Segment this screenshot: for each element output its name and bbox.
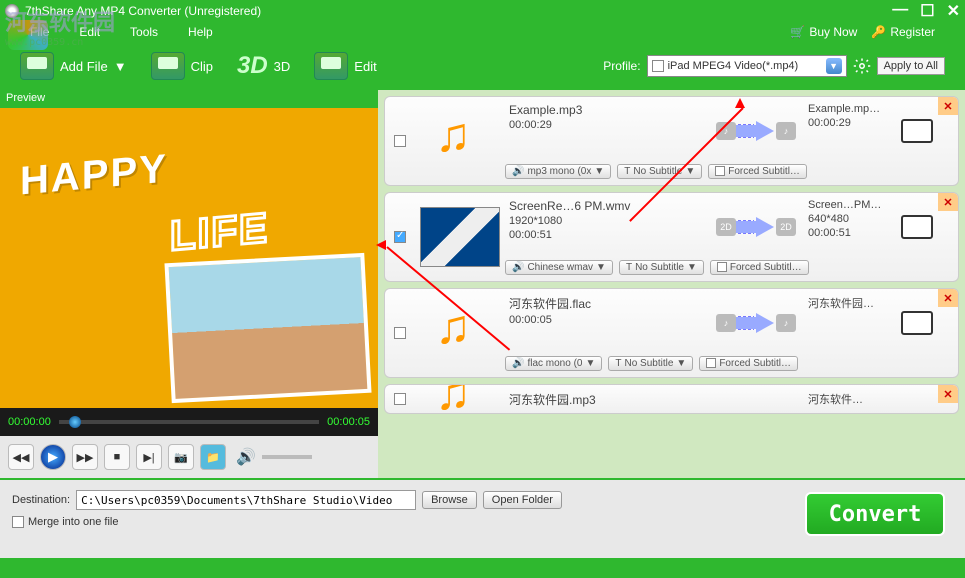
chevron-down-icon: ▼ xyxy=(826,58,842,74)
audio-thumb-icon xyxy=(435,116,485,166)
preview-inset-image xyxy=(164,253,371,403)
menu-edit[interactable]: Edit xyxy=(79,25,100,39)
open-snapshot-folder-button[interactable]: 📁 xyxy=(200,444,226,470)
file-checkbox[interactable] xyxy=(394,135,406,147)
edit-button[interactable]: Edit xyxy=(314,52,376,80)
profile-label: Profile: xyxy=(603,59,640,73)
browse-button[interactable]: Browse xyxy=(422,491,477,509)
minimize-button[interactable]: — xyxy=(892,1,908,21)
settings-icon[interactable] xyxy=(853,57,871,75)
destination-label: Destination: xyxy=(12,494,70,506)
device-icon xyxy=(901,311,933,335)
forced-subtitle-checkbox[interactable]: Forced Subtitl… xyxy=(708,164,807,179)
file-resolution: 1920*1080 xyxy=(509,215,702,227)
file-duration: 00:00:51 xyxy=(509,229,702,241)
device-icon xyxy=(901,119,933,143)
output-name: Example.mp… xyxy=(808,103,894,115)
output-name: 河东软件园… xyxy=(808,295,894,311)
profile-thumb-icon xyxy=(652,60,664,72)
file-checkbox[interactable] xyxy=(394,393,406,405)
video-thumb xyxy=(420,207,500,267)
menu-file[interactable]: File xyxy=(30,25,49,39)
convert-arrow-icon xyxy=(756,217,774,237)
merge-label: Merge into one file xyxy=(28,516,119,528)
file-duration: 00:00:29 xyxy=(509,119,702,131)
audio-track-dropdown[interactable]: 🔊Chinese wmav▼ xyxy=(505,260,613,275)
time-current: 00:00:00 xyxy=(8,416,51,428)
file-name: 河东软件园.mp3 xyxy=(509,391,702,408)
audio-thumb-icon xyxy=(435,308,485,358)
file-name: Example.mp3 xyxy=(509,103,702,117)
open-folder-button[interactable]: Open Folder xyxy=(483,491,562,509)
file-row[interactable]: 河东软件园.flac 00:00:05 ♪ ♪ 河东软件园… ✕ 🔊flac m… xyxy=(384,288,959,378)
remove-file-button[interactable]: ✕ xyxy=(938,97,958,115)
file-row[interactable]: ScreenRe…6 PM.wmv 1920*1080 00:00:51 2D … xyxy=(384,192,959,282)
audio-thumb-icon xyxy=(435,384,485,414)
remove-file-button[interactable]: ✕ xyxy=(938,385,958,403)
subtitle-dropdown[interactable]: TNo Subtitle▼ xyxy=(619,260,704,275)
audio-track-dropdown[interactable]: 🔊mp3 mono (0x▼ xyxy=(505,164,611,179)
remove-file-button[interactable]: ✕ xyxy=(938,193,958,211)
buy-now-link[interactable]: 🛒 Buy Now xyxy=(790,25,857,39)
seek-slider[interactable] xyxy=(59,420,319,424)
file-row[interactable]: 河东软件园.mp3 河东软件… ✕ xyxy=(384,384,959,414)
preview-video[interactable]: HAPPY LIFE xyxy=(0,108,378,408)
snapshot-button[interactable]: 📷 xyxy=(168,444,194,470)
convert-arrow-icon xyxy=(756,121,774,141)
output-name: 河东软件… xyxy=(808,391,894,407)
cart-icon: 🛒 xyxy=(790,25,805,39)
window-title: 7thShare Any MP4 Converter (Unregistered… xyxy=(25,4,261,18)
file-duration: 00:00:05 xyxy=(509,314,702,326)
apply-to-all-button[interactable]: Apply to All xyxy=(877,57,945,75)
profile-dropdown[interactable]: iPad MPEG4 Video(*.mp4) ▼ xyxy=(647,55,847,77)
next-button[interactable]: ▶▶ xyxy=(72,444,98,470)
destination-input[interactable] xyxy=(76,490,416,510)
menu-tools[interactable]: Tools xyxy=(130,25,158,39)
convert-button[interactable]: Convert xyxy=(805,492,945,536)
forced-subtitle-checkbox[interactable]: Forced Subtitl… xyxy=(710,260,809,275)
subtitle-dropdown[interactable]: TNo Subtitle▼ xyxy=(608,356,693,371)
merge-checkbox[interactable] xyxy=(12,516,24,528)
file-checkbox[interactable] xyxy=(394,231,406,243)
preview-label: Preview xyxy=(0,90,378,108)
output-name: Screen…PM… xyxy=(808,199,894,211)
output-resolution: 640*480 xyxy=(808,213,894,225)
prev-button[interactable]: ◀◀ xyxy=(8,444,34,470)
volume-slider[interactable] xyxy=(262,455,312,459)
play-button[interactable]: ▶ xyxy=(40,444,66,470)
close-button[interactable]: ✕ xyxy=(947,1,960,21)
film-clip-icon xyxy=(151,52,185,80)
3d-button[interactable]: 3D 3D xyxy=(237,52,290,80)
forced-subtitle-checkbox[interactable]: Forced Subtitl… xyxy=(699,356,798,371)
remove-file-button[interactable]: ✕ xyxy=(938,289,958,307)
key-icon: 🔑 xyxy=(871,25,886,39)
step-button[interactable]: ▶| xyxy=(136,444,162,470)
device-icon xyxy=(901,215,933,239)
clip-button[interactable]: Clip xyxy=(151,52,213,80)
stop-button[interactable]: ■ xyxy=(104,444,130,470)
output-duration: 00:00:29 xyxy=(808,117,894,129)
app-icon xyxy=(5,4,19,18)
menu-help[interactable]: Help xyxy=(188,25,213,39)
subtitle-dropdown[interactable]: TNo Subtitle▼ xyxy=(617,164,702,179)
maximize-button[interactable]: ☐ xyxy=(920,1,934,21)
volume-icon[interactable]: 🔊 xyxy=(236,447,256,467)
register-link[interactable]: 🔑 Register xyxy=(871,25,935,39)
file-name: ScreenRe…6 PM.wmv xyxy=(509,199,702,213)
time-total: 00:00:05 xyxy=(327,416,370,428)
file-name: 河东软件园.flac xyxy=(509,295,702,312)
output-duration: 00:00:51 xyxy=(808,227,894,239)
audio-track-dropdown[interactable]: 🔊flac mono (0▼ xyxy=(505,356,602,371)
film-add-icon xyxy=(20,52,54,80)
film-edit-icon xyxy=(314,52,348,80)
file-row[interactable]: Example.mp3 00:00:29 ♪ ♪ Example.mp… 00:… xyxy=(384,96,959,186)
convert-arrow-icon xyxy=(756,313,774,333)
add-file-button[interactable]: Add File ▼ xyxy=(20,52,127,80)
file-list: Example.mp3 00:00:29 ♪ ♪ Example.mp… 00:… xyxy=(378,90,965,478)
file-checkbox[interactable] xyxy=(394,327,406,339)
